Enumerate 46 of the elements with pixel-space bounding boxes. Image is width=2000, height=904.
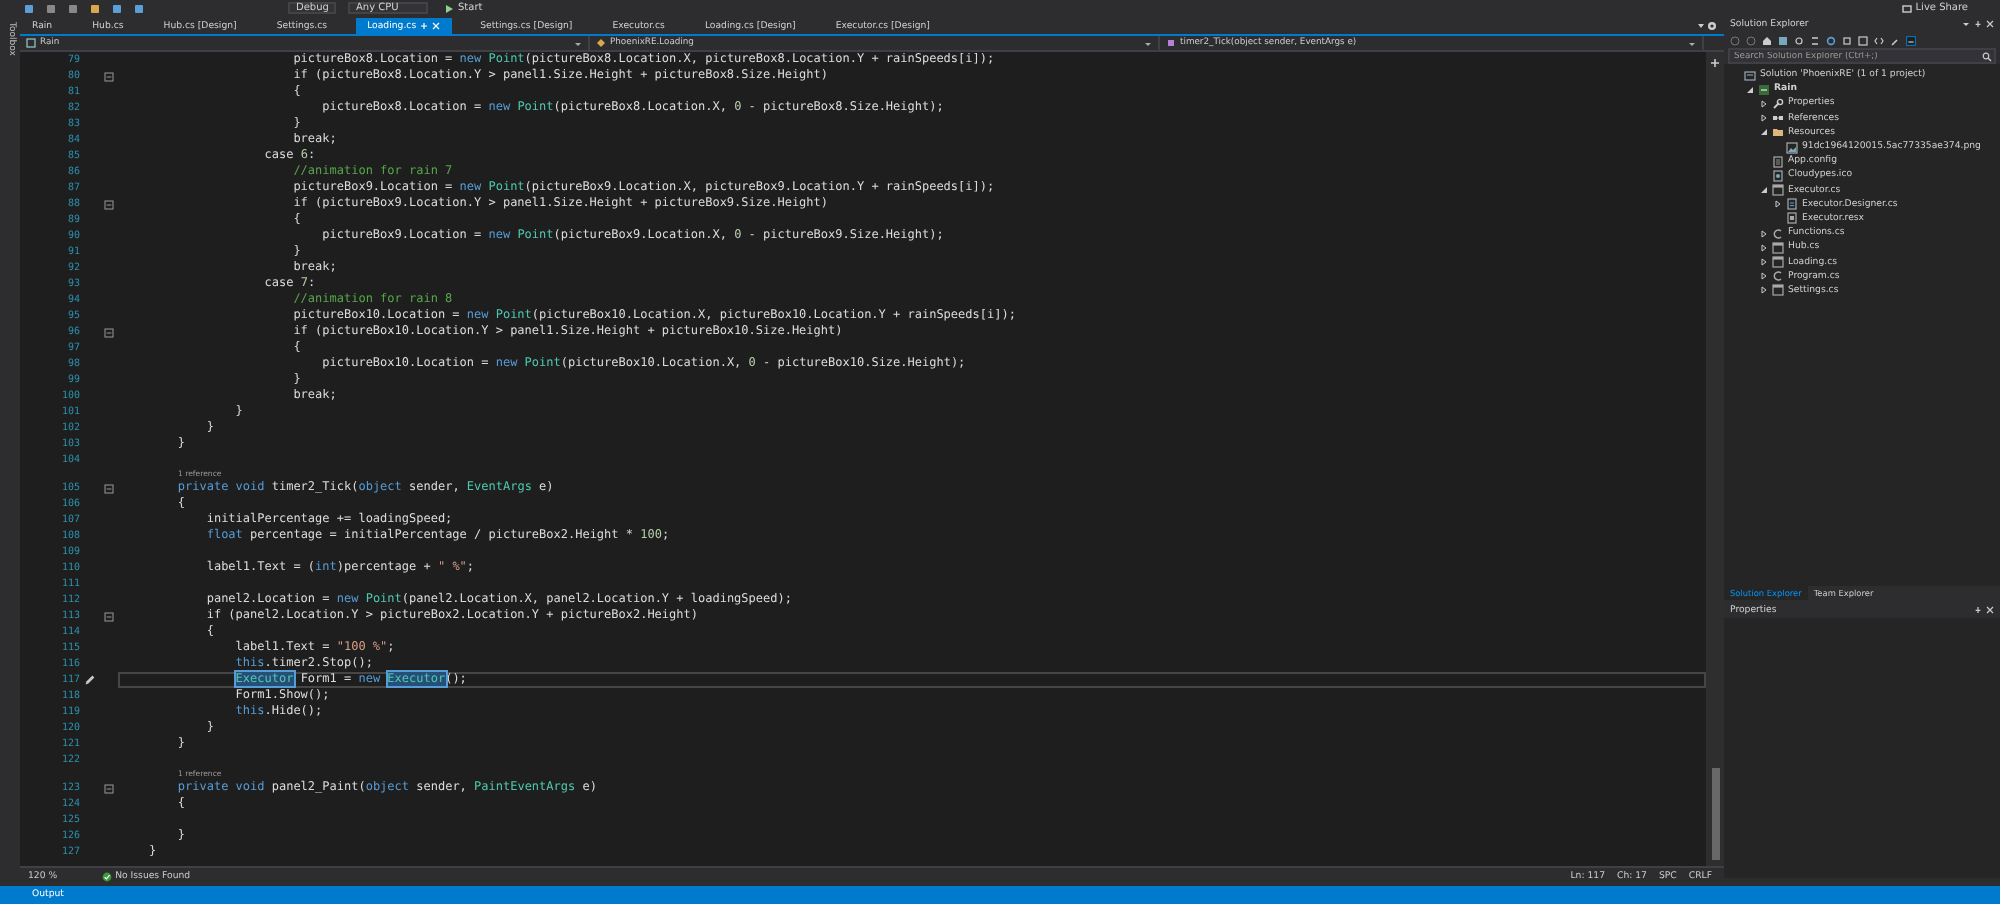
close-icon[interactable]: [1986, 20, 1994, 28]
icon-file-icon: [1772, 169, 1784, 182]
method-icon: [1166, 38, 1176, 48]
collapse-icon[interactable]: [103, 783, 113, 793]
preview-icon[interactable]: [1906, 35, 1916, 45]
code-file-icon: [1786, 198, 1798, 211]
class-file-icon: [1772, 270, 1784, 283]
solution-icon: [1744, 69, 1756, 82]
pin-icon[interactable]: [1974, 606, 1982, 614]
collapse-icon[interactable]: [103, 483, 113, 493]
config-file-icon: [1772, 155, 1784, 168]
collapse-icon[interactable]: [103, 71, 113, 81]
code-view-icon[interactable]: [1874, 35, 1884, 45]
collapsed-icon[interactable]: [1759, 272, 1767, 281]
dropdown-icon[interactable]: [1962, 20, 1970, 28]
pin-icon[interactable]: [1974, 20, 1982, 28]
expanded-icon[interactable]: [1759, 186, 1767, 195]
references-icon: [1772, 112, 1784, 125]
check-icon: [101, 872, 112, 882]
collapsed-icon[interactable]: [1759, 114, 1767, 123]
scrollbar[interactable]: [1706, 52, 1724, 866]
image-file-icon: [1786, 141, 1798, 154]
collapsed-icon[interactable]: [1759, 258, 1767, 267]
settings-icon[interactable]: [1706, 18, 1718, 34]
resource-file-icon: [1786, 212, 1798, 225]
toolbar-icon[interactable]: [46, 3, 56, 13]
form-file-icon: [1772, 184, 1784, 197]
pin-icon: [420, 22, 429, 30]
toolbar-icon[interactable]: [68, 3, 78, 13]
expanded-icon[interactable]: [1745, 85, 1753, 94]
collapsed-icon[interactable]: [1759, 229, 1767, 238]
close-icon[interactable]: [1986, 606, 1994, 614]
collapsed-icon[interactable]: [1773, 200, 1781, 209]
expanded-icon[interactable]: [1759, 128, 1767, 137]
collapse-icon[interactable]: [103, 199, 113, 209]
collapsed-icon[interactable]: [1759, 243, 1767, 252]
class-file-icon: [1772, 227, 1784, 240]
refresh-icon[interactable]: [1826, 35, 1836, 45]
collapse-icon[interactable]: [103, 327, 113, 337]
form-file-icon: [1772, 284, 1784, 297]
add-icon: [1710, 58, 1720, 68]
collapsed-icon[interactable]: [1759, 286, 1767, 295]
collapsed-icon[interactable]: [1759, 99, 1767, 108]
search-icon: [1982, 51, 1992, 61]
collapse-icon[interactable]: [103, 611, 113, 621]
project-icon: [1758, 83, 1770, 96]
